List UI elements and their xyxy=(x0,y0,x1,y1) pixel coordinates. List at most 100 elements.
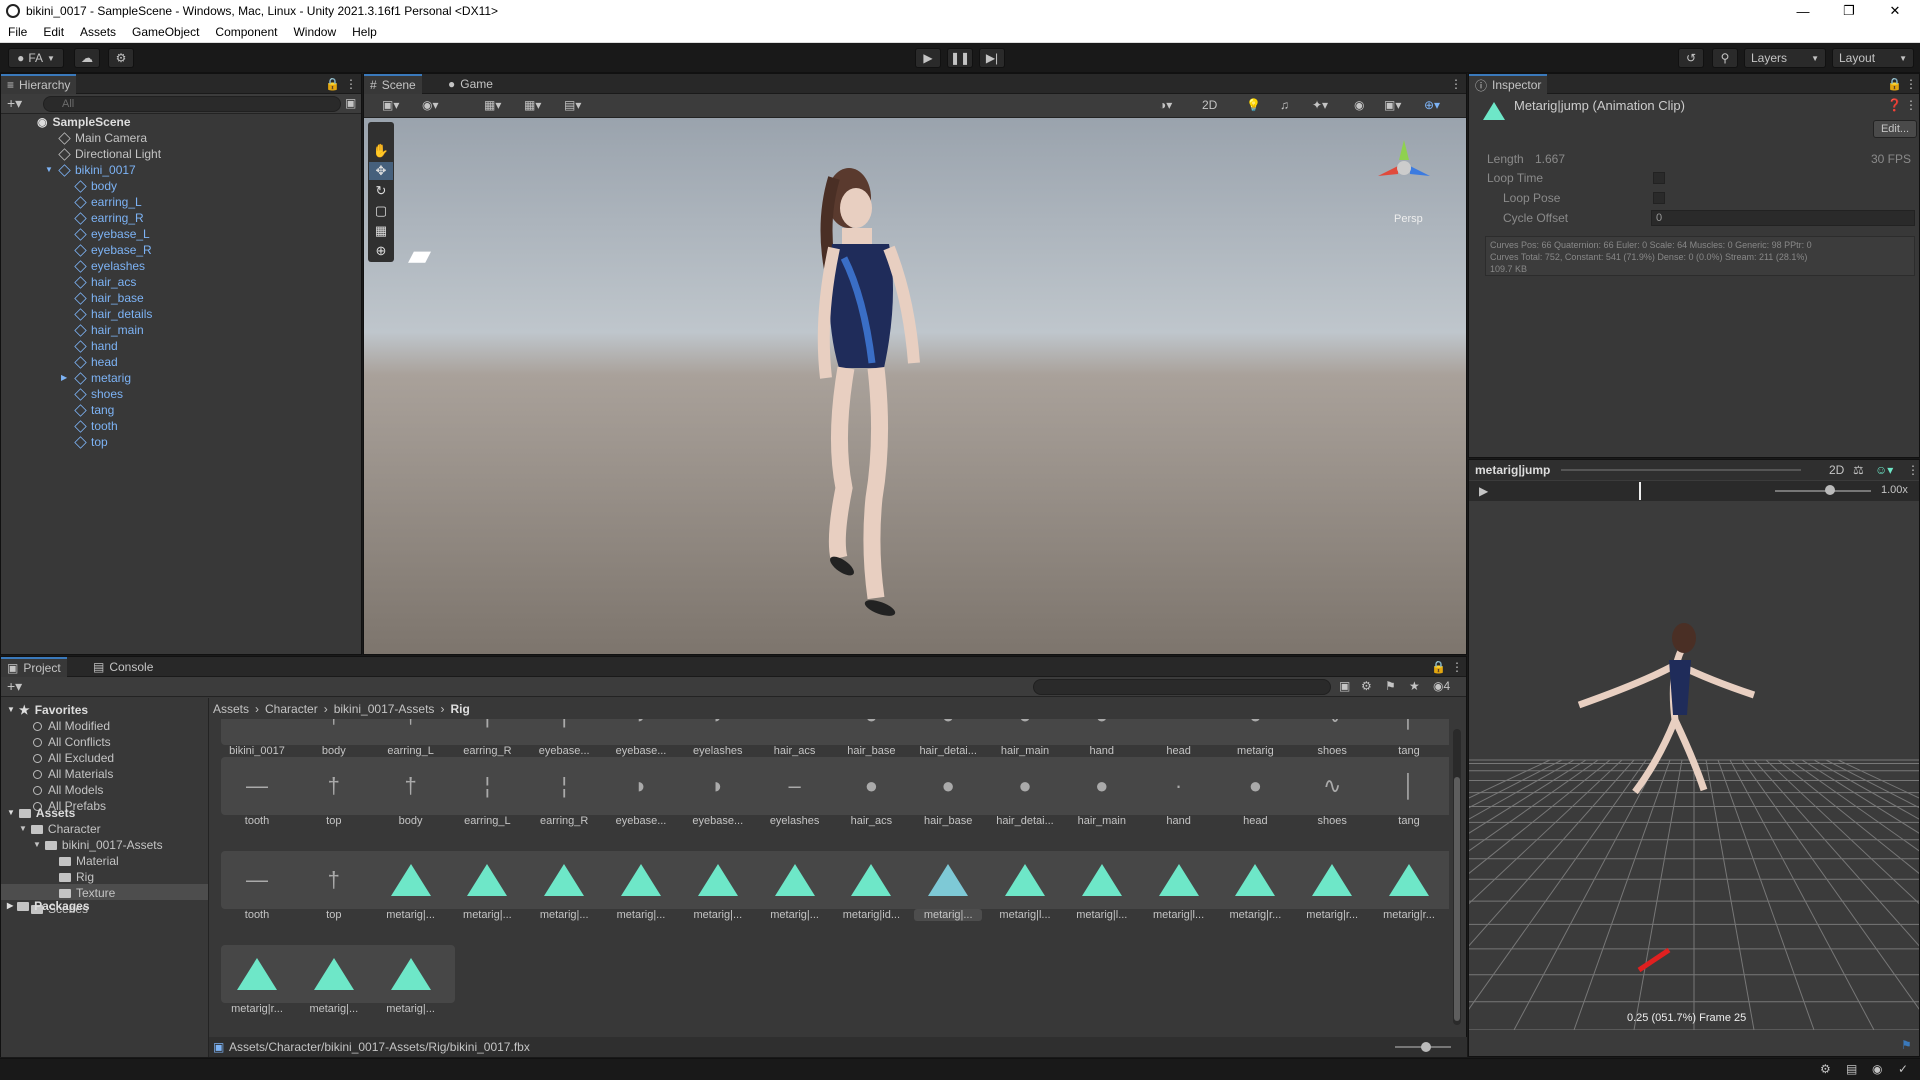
hierarchy-item[interactable]: hair_base xyxy=(74,290,144,306)
loop-pose-checkbox[interactable] xyxy=(1653,192,1665,204)
add-button[interactable]: +▾ xyxy=(7,95,22,112)
layers-dropdown[interactable]: Layers ▼ xyxy=(1744,48,1826,68)
tab-game[interactable]: ● Game xyxy=(442,74,499,94)
hierarchy-item[interactable]: earring_L xyxy=(74,194,142,210)
edit-button[interactable]: Edit... xyxy=(1873,120,1917,138)
hierarchy-item[interactable]: hair_main xyxy=(74,322,144,338)
orientation-gizmo[interactable] xyxy=(1374,136,1434,196)
asset-item[interactable]: ∿shoes xyxy=(1298,763,1366,827)
hierarchy-item[interactable]: ▼ bikini_0017 xyxy=(45,162,136,178)
asset-item[interactable]: metarig|... xyxy=(530,857,598,921)
asset-item[interactable]: ∿shoes xyxy=(1298,719,1366,757)
hierarchy-item[interactable]: tooth xyxy=(74,418,118,434)
hand-tool-icon[interactable]: ✋ xyxy=(369,142,393,160)
history-button[interactable]: ↺ xyxy=(1678,48,1704,68)
favorite-item[interactable]: All Excluded xyxy=(33,750,114,766)
menu-component[interactable]: Component xyxy=(207,25,285,39)
asset-item[interactable]: ●hair_base xyxy=(837,719,905,757)
create-button[interactable]: +▾ xyxy=(7,678,22,695)
breadcrumb-rig[interactable]: Rig xyxy=(450,702,469,716)
network-icon[interactable]: ◉ xyxy=(1872,1062,1882,1076)
gizmos-dropdown[interactable]: ⊕▾ xyxy=(1424,98,1440,112)
cloud-button[interactable]: ☁ xyxy=(74,48,100,68)
hierarchy-item[interactable]: body xyxy=(74,178,117,194)
close-button[interactable]: ✕ xyxy=(1872,0,1918,22)
breadcrumb-character[interactable]: Character xyxy=(265,702,318,716)
lighting-toggle[interactable]: 💡 xyxy=(1246,98,1261,112)
menu-window[interactable]: Window xyxy=(285,25,344,39)
favorites-header[interactable]: ▼ ★ Favorites xyxy=(7,702,88,718)
maximize-button[interactable]: ❐ xyxy=(1826,0,1872,22)
menu-file[interactable]: File xyxy=(0,25,35,39)
lock-icon[interactable]: 🔒 xyxy=(325,77,340,91)
step-button[interactable]: ▶| xyxy=(979,48,1005,68)
hierarchy-search-input[interactable]: All xyxy=(43,96,341,112)
preview-2d-toggle[interactable]: 2D xyxy=(1829,463,1844,477)
scene-visibility-icon[interactable]: ▣ xyxy=(345,96,356,110)
icon-size-slider[interactable] xyxy=(1395,1042,1451,1052)
more-icon[interactable]: ⋮ xyxy=(1905,77,1917,91)
speed-slider[interactable] xyxy=(1825,485,1835,495)
cache-icon[interactable]: ▤ xyxy=(1846,1062,1857,1076)
asset-item[interactable]: ·head xyxy=(1145,719,1213,757)
asset-item[interactable]: ¦ earring_L xyxy=(453,763,521,827)
more-icon[interactable]: ⋮ xyxy=(1907,463,1919,477)
asset-item[interactable]: metarig|l... xyxy=(991,857,1059,921)
project-folder[interactable]: ▼ bikini_0017-Assets xyxy=(33,837,163,853)
asset-item[interactable]: ● hair_acs xyxy=(837,763,905,827)
tab-hierarchy[interactable]: ≡ Hierarchy xyxy=(1,74,77,94)
collab-button[interactable]: ⚙ xyxy=(108,48,134,68)
menu-help[interactable]: Help xyxy=(344,25,385,39)
move-tool-icon[interactable]: ✥ xyxy=(369,162,393,180)
collab-status-icon[interactable]: ✓ xyxy=(1898,1062,1908,1076)
asset-item[interactable]: ●hair_detai... xyxy=(914,719,982,757)
persp-label[interactable]: Persp xyxy=(1394,213,1423,225)
more-icon[interactable]: ⋮ xyxy=(345,77,357,91)
tag-icon[interactable]: ⚑ xyxy=(1901,1038,1912,1052)
shading-dropdown[interactable]: ◑▾ xyxy=(1159,98,1172,112)
favorite-item[interactable]: All Conflicts xyxy=(33,734,111,750)
rect-tool-icon[interactable]: ▦ xyxy=(369,222,393,240)
asset-item[interactable]: ●hair_base xyxy=(914,763,982,827)
help-icon[interactable]: ❓ xyxy=(1887,98,1902,112)
asset-item[interactable]: ◗eyebase... xyxy=(684,763,752,827)
hierarchy-item[interactable]: ▶ metarig xyxy=(61,370,131,386)
asset-item[interactable]: ●hair_detai... xyxy=(991,763,1059,827)
menu-gameobject[interactable]: GameObject xyxy=(124,25,207,39)
asset-item[interactable]: │tang xyxy=(1375,719,1443,757)
asset-item[interactable]: metarig|... xyxy=(300,951,368,1015)
hierarchy-item[interactable]: eyelashes xyxy=(74,258,145,274)
asset-item[interactable]: ●hair_main xyxy=(1068,763,1136,827)
packages-header[interactable]: ▶ Packages xyxy=(7,898,90,914)
favorite-icon[interactable]: ★ xyxy=(1409,679,1420,693)
scene-root[interactable]: ◉ SampleScene xyxy=(37,114,131,130)
assets-header[interactable]: ▼ Assets xyxy=(7,805,75,821)
hierarchy-item[interactable]: shoes xyxy=(74,386,123,402)
camera-dropdown[interactable]: ▣▾ xyxy=(1384,98,1401,112)
hierarchy-item[interactable]: top xyxy=(74,434,108,450)
project-folder[interactable]: Rig xyxy=(59,869,94,885)
loop-time-checkbox[interactable] xyxy=(1653,172,1665,184)
hierarchy-item[interactable]: earring_R xyxy=(74,210,144,226)
asset-item[interactable]: metarig|... xyxy=(761,857,829,921)
asset-item[interactable]: †body xyxy=(300,719,368,757)
render-mode-dropdown[interactable]: ◉▾ xyxy=(422,98,439,112)
more-icon[interactable]: ⋮ xyxy=(1450,77,1462,91)
hierarchy-item[interactable]: Main Camera xyxy=(58,130,147,146)
layout-dropdown[interactable]: Layout ▼ xyxy=(1832,48,1914,68)
asset-item[interactable]: metarig|r... xyxy=(1298,857,1366,921)
asset-item[interactable]: metarig|... xyxy=(453,857,521,921)
chevron-right-icon[interactable]: ▶ xyxy=(61,370,67,386)
increment-snap-dropdown[interactable]: ▦▾ xyxy=(524,98,541,112)
audio-toggle[interactable]: ♫ xyxy=(1280,98,1289,112)
asset-item[interactable]: ¦earring_R xyxy=(453,719,521,757)
asset-item[interactable]: — tooth xyxy=(223,857,291,921)
mode-2d-toggle[interactable]: 2D xyxy=(1202,98,1217,112)
preview-play-button[interactable]: ▶ xyxy=(1479,484,1488,498)
hierarchy-item[interactable]: eyebase_L xyxy=(74,226,150,242)
chevron-down-icon[interactable]: ▼ xyxy=(33,837,41,853)
project-folder[interactable]: Material xyxy=(59,853,119,869)
asset-item[interactable]: ¦earring_R xyxy=(530,763,598,827)
hierarchy-item[interactable]: Directional Light xyxy=(58,146,161,162)
project-search-input[interactable] xyxy=(1033,679,1331,695)
